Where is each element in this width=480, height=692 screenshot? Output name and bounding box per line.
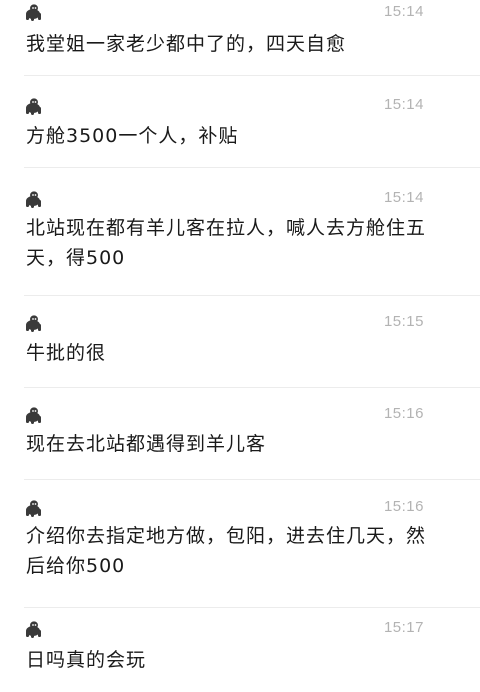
message-timestamp: 15:14 [383,3,424,20]
message-timestamp: 15:16 [383,498,424,515]
chat-message: 15:14 我堂姐一家老少都中了的，四天自愈 [0,0,480,76]
chat-message: 15:15 牛批的很 [0,296,480,388]
chat-message: 15:14 方舱3500一个人，补贴 [0,76,480,168]
gorilla-icon[interactable] [24,314,46,332]
message-text: 我堂姐一家老少都中了的，四天自愈 [26,33,347,55]
message-text: 北站现在都有羊儿客在拉人，喊人去方舱住五天，得500 [26,217,427,269]
chat-message: 15:17 日吗真的会玩 [0,608,480,692]
message-timestamp: 15:15 [383,313,424,330]
chat-message: 15:16 现在去北站都遇得到羊儿客 [0,388,480,480]
message-timestamp: 15:17 [383,619,424,636]
message-text: 日吗真的会玩 [26,649,147,671]
message-timestamp: 15:14 [383,189,424,206]
message-text: 介绍你去指定地方做，包阳，进去住几天，然后给你500 [26,525,427,577]
message-text: 现在去北站都遇得到羊儿客 [26,433,267,455]
gorilla-icon[interactable] [24,190,46,208]
gorilla-icon[interactable] [24,620,46,638]
gorilla-icon[interactable] [24,499,46,517]
gorilla-icon[interactable] [24,406,46,424]
message-text: 牛批的很 [26,342,107,364]
chat-message-list[interactable]: 15:14 我堂姐一家老少都中了的，四天自愈 15:14 方舱3500一个人，补… [0,0,480,692]
gorilla-icon[interactable] [24,3,46,21]
message-timestamp: 15:14 [383,96,424,113]
gorilla-icon[interactable] [24,97,46,115]
message-timestamp: 15:16 [383,405,424,422]
message-text: 方舱3500一个人，补贴 [26,125,239,147]
chat-message: 15:16 介绍你去指定地方做，包阳，进去住几天，然后给你500 [0,480,480,608]
chat-message: 15:14 北站现在都有羊儿客在拉人，喊人去方舱住五天，得500 [0,168,480,296]
